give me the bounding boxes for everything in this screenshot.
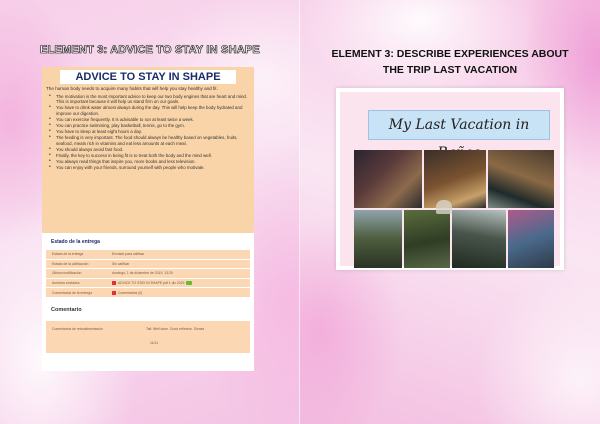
pdf-file-icon: [112, 281, 116, 286]
comment-box: Comentarios de retroalimentación Tail: W…: [46, 320, 250, 353]
status-row-key: Última modificación: [52, 271, 82, 276]
advice-item: You should always avoid fast food.: [49, 147, 248, 153]
right-heading: ELEMENT 3: DESCRIBE EXPERIENCES ABOUT TH…: [331, 48, 569, 76]
comment-footer: 11/11: [150, 340, 158, 345]
advice-item: You have to sleep at least eight hours a…: [49, 129, 248, 135]
left-page: ELEMENT 3: ADVICE TO STAY IN SHAPE ADVIC…: [0, 0, 300, 424]
status-row-key: Comentarios de la entrega: [52, 290, 92, 295]
photo-dancers: [354, 150, 422, 208]
submitted-file-link[interactable]: ADVICE TO STAY IN SHAPE.pdf 1 dic 2019: [118, 281, 184, 285]
status-row: Comentarios de la entrega Comentarios (0…: [46, 288, 250, 298]
collage-background: My Last Vacation in Baños: [340, 92, 560, 268]
submission-status-title: Estado de la entrega: [51, 239, 100, 245]
comment-title: Comentario: [51, 306, 82, 313]
photo-forest: [404, 210, 450, 268]
advice-item: Finally, the key to success in being fit…: [49, 153, 248, 159]
status-row-value: Enviado para calificar: [112, 252, 145, 257]
vacation-collage: My Last Vacation in Baños: [336, 88, 564, 270]
status-row-key: Estado de la entrega: [52, 252, 84, 257]
status-row-key: Archivos enviados: [52, 281, 80, 286]
photo-waterfall: [452, 210, 506, 268]
advice-document: ADVICE TO STAY IN SHAPE The human body n…: [42, 67, 254, 233]
heart-sticker-icon: [436, 200, 452, 214]
status-row-key: Estado de la calificación: [52, 261, 89, 266]
advice-intro: The human body needs to acquire many hab…: [46, 86, 218, 91]
comments-link[interactable]: Comentarios (0): [118, 291, 142, 295]
comments-toggle-icon[interactable]: [112, 290, 116, 295]
submission-status-table: Estado de la entrega Enviado para califi…: [46, 250, 250, 298]
status-row: Estado de la calificación Sin calificar: [46, 259, 250, 270]
advice-item: You can practice swimming, play basketba…: [49, 123, 248, 129]
submission-status-panel: Estado de la entrega Estado de la entreg…: [42, 233, 254, 371]
status-row-value: Sin calificar: [112, 261, 130, 266]
status-row-value-wrap: ADVICE TO STAY IN SHAPE.pdf 1 dic 2019: [112, 281, 250, 286]
advice-item: You can exercise frequently. It is advis…: [49, 117, 248, 123]
photo-street: [488, 150, 554, 208]
photo-bridge: [354, 210, 402, 268]
right-page: ELEMENT 3: DESCRIBE EXPERIENCES ABOUT TH…: [300, 0, 600, 424]
advice-item: You can enjoy with your friends, surroun…: [49, 165, 248, 171]
left-heading: ELEMENT 3: ADVICE TO STAY IN SHAPE: [40, 44, 260, 57]
advice-item: The feeding is very important. The food …: [49, 135, 248, 146]
comment-key: Comentarios de retroalimentación: [52, 326, 103, 331]
advice-title: ADVICE TO STAY IN SHAPE: [60, 70, 236, 84]
status-row-value-wrap: Comentarios (0): [112, 290, 250, 295]
advice-list: The motivation is the most important adv…: [42, 94, 254, 171]
status-row: Estado de la entrega Enviado para califi…: [46, 250, 250, 260]
advice-item: You always read things that inspire you,…: [49, 159, 248, 165]
status-row: Última modificación domingo, 1 de diciem…: [46, 269, 250, 279]
advice-item: The motivation is the most important adv…: [49, 94, 248, 105]
status-row: Archivos enviados ADVICE TO STAY IN SHAP…: [46, 278, 250, 289]
collage-banner: My Last Vacation in Baños: [368, 110, 550, 161]
advice-item: You have to drink water almost always du…: [49, 105, 248, 116]
photo-tree: [508, 210, 554, 268]
photo-market: [424, 150, 486, 208]
file-status-icon: [186, 281, 193, 286]
comment-value: Tail: Well done. Good reflexion. Sinnes: [146, 326, 205, 331]
status-row-value: domingo, 1 de diciembre de 2019, 13:29: [112, 271, 173, 276]
photo-grid: [354, 150, 554, 270]
